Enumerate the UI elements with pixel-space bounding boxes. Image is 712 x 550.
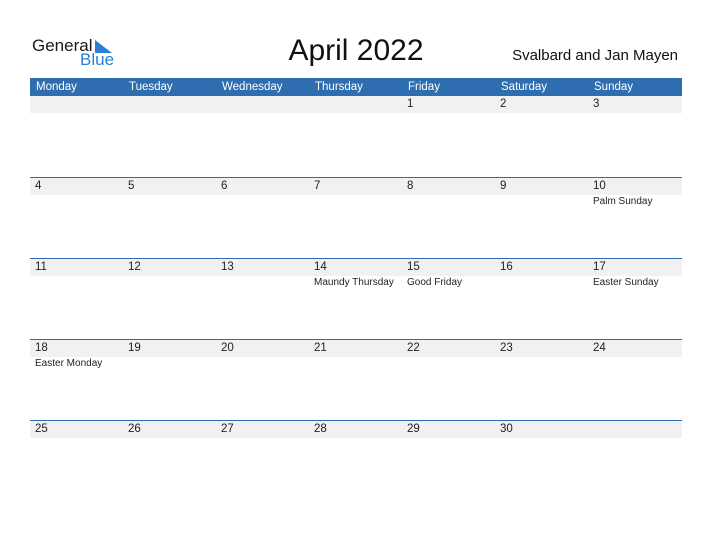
holiday-label xyxy=(123,357,216,369)
holiday-label xyxy=(216,276,309,288)
holiday-label xyxy=(30,195,123,207)
holiday-label xyxy=(588,438,681,439)
holiday-label xyxy=(216,113,309,114)
holiday-label xyxy=(495,276,588,288)
holiday-label xyxy=(216,438,309,439)
day-number: 5 xyxy=(128,180,135,192)
weekday-tuesday: Tuesday xyxy=(129,81,173,93)
day-number: 26 xyxy=(128,423,141,435)
day-number: 1 xyxy=(407,98,414,110)
holiday-label xyxy=(402,195,495,207)
day-number: 8 xyxy=(407,180,414,192)
holiday-label xyxy=(402,357,495,369)
day-number xyxy=(216,96,309,113)
day-number: 16 xyxy=(500,261,513,273)
country-name: Svalbard and Jan Mayen xyxy=(512,47,678,64)
day-number: 3 xyxy=(593,98,600,110)
day-number: 4 xyxy=(35,180,42,192)
holiday-label xyxy=(402,438,495,439)
day-number: 14 xyxy=(314,261,327,273)
week-row: 18 19 20 21 22 23 24 Easter Monday xyxy=(30,339,682,420)
weekday-thursday: Thursday xyxy=(315,81,363,93)
day-number-strip: 25 26 27 28 29 30 xyxy=(30,421,682,438)
holiday-row xyxy=(30,438,682,439)
day-number-strip: 4 5 6 7 8 9 10 xyxy=(30,178,682,195)
holiday-label: Palm Sunday xyxy=(593,196,653,207)
holiday-label xyxy=(216,357,309,369)
day-number-strip: 1 2 3 xyxy=(30,96,682,113)
day-number: 12 xyxy=(128,261,141,273)
holiday-label xyxy=(495,357,588,369)
holiday-label xyxy=(588,113,681,114)
day-number: 30 xyxy=(500,423,513,435)
holiday-label xyxy=(123,276,216,288)
holiday-label: Good Friday xyxy=(407,277,463,288)
day-number: 11 xyxy=(35,261,47,273)
weekday-saturday: Saturday xyxy=(501,81,548,93)
day-number xyxy=(123,96,216,113)
weekday-wednesday: Wednesday xyxy=(222,81,283,93)
holiday-row: Palm Sunday xyxy=(30,195,682,207)
holiday-row: Easter Monday xyxy=(30,357,682,369)
holiday-label xyxy=(123,438,216,439)
holiday-label: Easter Sunday xyxy=(593,277,659,288)
day-number xyxy=(309,96,402,113)
day-number: 2 xyxy=(500,98,507,110)
day-number: 20 xyxy=(221,342,234,354)
holiday-label xyxy=(123,195,216,207)
holiday-label xyxy=(216,195,309,207)
holiday-label xyxy=(309,357,402,369)
weekday-header: Monday Tuesday Wednesday Thursday Friday… xyxy=(30,78,682,96)
holiday-label: Maundy Thursday xyxy=(314,277,394,288)
day-number-strip: 18 19 20 21 22 23 24 xyxy=(30,340,682,357)
day-number: 15 xyxy=(407,261,420,273)
weekday-friday: Friday xyxy=(408,81,440,93)
week-row: 25 26 27 28 29 30 xyxy=(30,420,682,501)
holiday-label: Easter Monday xyxy=(35,358,103,369)
week-row: 11 12 13 14 15 16 17 Maundy Thursday Good Friday… xyxy=(30,258,682,339)
day-number: 22 xyxy=(407,342,420,354)
week-row: 1 2 3 xyxy=(30,96,682,177)
day-number: 28 xyxy=(314,423,327,435)
day-number: 23 xyxy=(500,342,513,354)
weekday-sunday: Sunday xyxy=(594,81,634,93)
holiday-label xyxy=(588,357,681,369)
holiday-label xyxy=(30,276,123,288)
holiday-label xyxy=(495,195,588,207)
day-number: 18 xyxy=(35,342,48,354)
holiday-label xyxy=(30,113,123,114)
holiday-row: Maundy Thursday Good Friday Easter Sunday xyxy=(30,276,682,288)
holiday-label xyxy=(495,438,588,439)
day-number: 10 xyxy=(593,180,606,192)
weekday-monday: Monday xyxy=(36,81,77,93)
day-number: 27 xyxy=(221,423,234,435)
day-number: 21 xyxy=(314,342,327,354)
holiday-label xyxy=(123,113,216,114)
calendar-grid: Monday Tuesday Wednesday Thursday Friday… xyxy=(30,78,682,501)
holiday-row xyxy=(30,113,682,114)
day-number: 9 xyxy=(500,180,507,192)
day-number: 17 xyxy=(593,261,606,273)
day-number xyxy=(588,421,681,438)
day-number: 24 xyxy=(593,342,606,354)
day-number-strip: 11 12 13 14 15 16 17 xyxy=(30,259,682,276)
holiday-label xyxy=(309,438,402,439)
day-number: 29 xyxy=(407,423,420,435)
day-number: 25 xyxy=(35,423,48,435)
day-number: 6 xyxy=(221,180,228,192)
day-number: 7 xyxy=(314,180,321,192)
day-number: 19 xyxy=(128,342,141,354)
holiday-label xyxy=(30,438,123,439)
holiday-label xyxy=(495,113,588,114)
day-number xyxy=(30,96,123,113)
holiday-label xyxy=(309,113,402,114)
holiday-label xyxy=(402,113,495,114)
day-number: 13 xyxy=(221,261,234,273)
holiday-label xyxy=(309,195,402,207)
week-row: 4 5 6 7 8 9 10 Palm Sunday xyxy=(30,177,682,258)
